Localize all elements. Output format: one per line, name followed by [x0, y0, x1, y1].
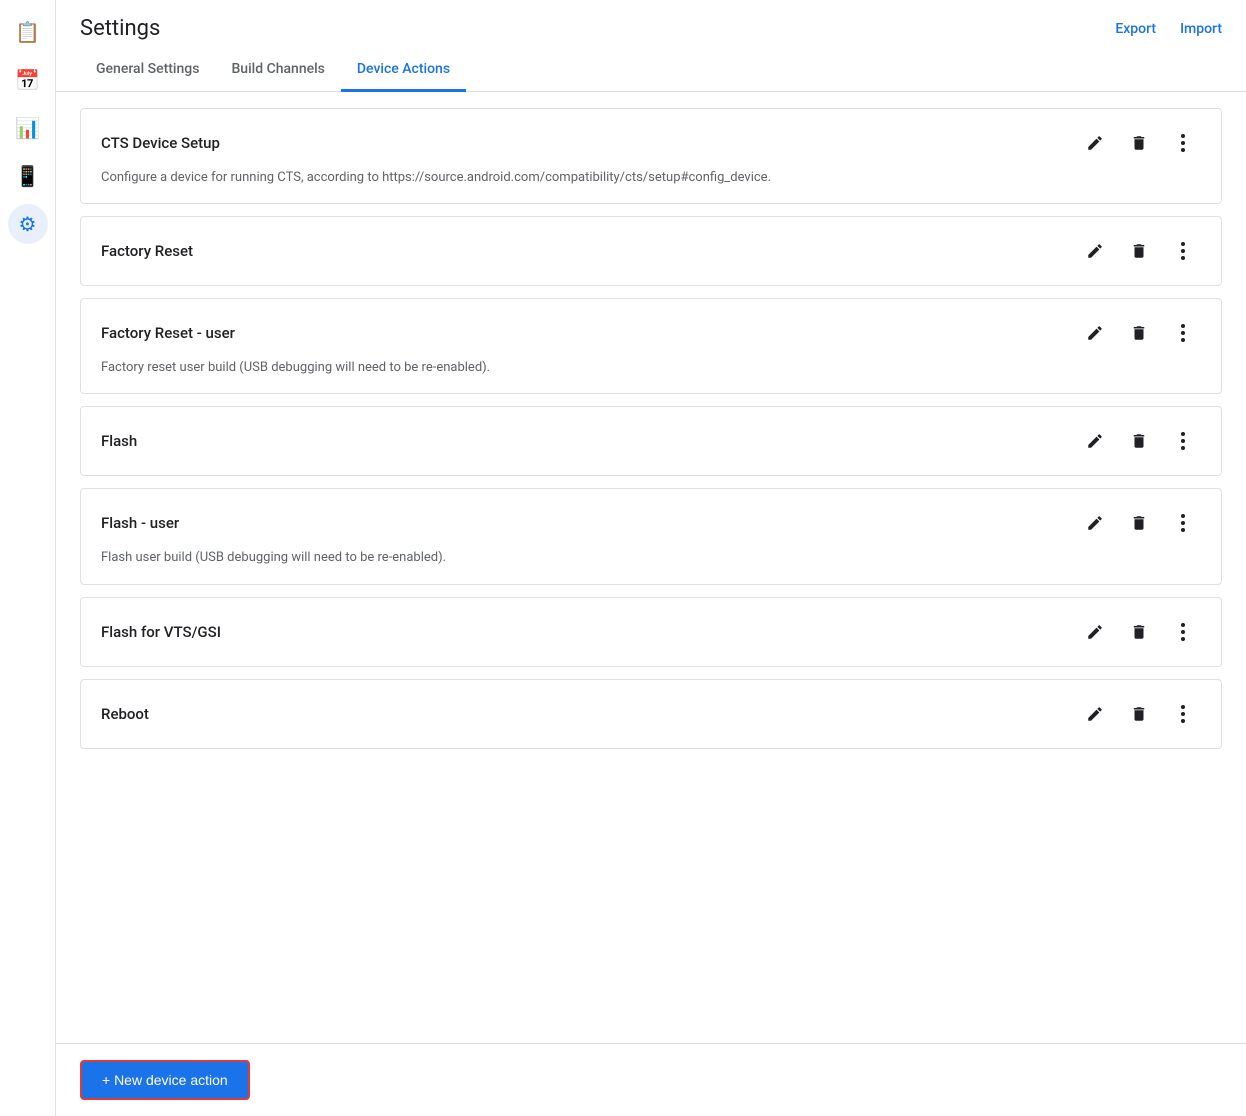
- more-button[interactable]: [1165, 696, 1201, 732]
- edit-button[interactable]: [1077, 233, 1113, 269]
- action-card-header: Flash: [101, 423, 1201, 459]
- action-buttons: [1077, 505, 1201, 541]
- delete-button[interactable]: [1121, 315, 1157, 351]
- page-title: Settings: [80, 16, 160, 41]
- delete-button[interactable]: [1121, 614, 1157, 650]
- action-card: Flash for VTS/GSI: [80, 597, 1222, 667]
- action-card: Factory Reset: [80, 216, 1222, 286]
- action-card-header: Reboot: [101, 696, 1201, 732]
- page-footer: + New device action: [56, 1043, 1246, 1116]
- action-buttons: [1077, 125, 1201, 161]
- content-area: CTS Device Setup Configure a device for r…: [56, 92, 1246, 1043]
- more-button[interactable]: [1165, 423, 1201, 459]
- action-name: CTS Device Setup: [101, 134, 220, 152]
- action-card: Reboot: [80, 679, 1222, 749]
- action-name: Factory Reset - user: [101, 324, 235, 342]
- tab-build-channels[interactable]: Build Channels: [215, 49, 340, 92]
- action-buttons: [1077, 233, 1201, 269]
- tab-general-settings[interactable]: General Settings: [80, 49, 215, 92]
- edit-button[interactable]: [1077, 505, 1113, 541]
- more-button[interactable]: [1165, 614, 1201, 650]
- import-link[interactable]: Import: [1180, 21, 1222, 37]
- action-buttons: [1077, 696, 1201, 732]
- sidebar-item-settings[interactable]: ⚙: [8, 204, 48, 244]
- more-icon: [1181, 623, 1185, 641]
- clipboard-icon: 📋: [15, 20, 40, 44]
- action-buttons: [1077, 614, 1201, 650]
- settings-icon: ⚙: [19, 212, 37, 236]
- page-header: Settings Export Import: [56, 0, 1246, 41]
- delete-button[interactable]: [1121, 505, 1157, 541]
- action-buttons: [1077, 423, 1201, 459]
- export-link[interactable]: Export: [1115, 21, 1156, 37]
- action-description: Configure a device for running CTS, acco…: [101, 169, 1201, 187]
- more-icon: [1181, 324, 1185, 342]
- action-card-header: Factory Reset - user: [101, 315, 1201, 351]
- edit-button[interactable]: [1077, 315, 1113, 351]
- delete-button[interactable]: [1121, 423, 1157, 459]
- action-card-header: Flash for VTS/GSI: [101, 614, 1201, 650]
- chart-icon: 📊: [15, 116, 40, 140]
- action-card: Flash: [80, 406, 1222, 476]
- more-button[interactable]: [1165, 125, 1201, 161]
- action-name: Flash - user: [101, 514, 179, 532]
- action-description: Flash user build (USB debugging will nee…: [101, 549, 1201, 567]
- more-icon: [1181, 432, 1185, 450]
- delete-button[interactable]: [1121, 233, 1157, 269]
- action-buttons: [1077, 315, 1201, 351]
- action-card: Flash - user Flash user build (USB debugg…: [80, 488, 1222, 584]
- tab-bar: General Settings Build Channels Device A…: [56, 49, 1246, 92]
- action-card: Factory Reset - user Factory reset user b…: [80, 298, 1222, 394]
- new-device-action-button[interactable]: + New device action: [80, 1060, 250, 1100]
- sidebar-item-calendar[interactable]: 📅: [8, 60, 48, 100]
- action-name: Flash: [101, 432, 137, 450]
- sidebar-item-phone[interactable]: 📱: [8, 156, 48, 196]
- action-card-header: Flash - user: [101, 505, 1201, 541]
- sidebar: 📋 📅 📊 📱 ⚙: [0, 0, 56, 1116]
- edit-button[interactable]: [1077, 423, 1113, 459]
- more-icon: [1181, 134, 1185, 152]
- phone-icon: 📱: [15, 164, 40, 188]
- edit-button[interactable]: [1077, 614, 1113, 650]
- delete-button[interactable]: [1121, 696, 1157, 732]
- tab-device-actions[interactable]: Device Actions: [341, 49, 466, 92]
- more-button[interactable]: [1165, 233, 1201, 269]
- action-card-header: CTS Device Setup: [101, 125, 1201, 161]
- sidebar-item-chart[interactable]: 📊: [8, 108, 48, 148]
- more-button[interactable]: [1165, 505, 1201, 541]
- more-icon: [1181, 705, 1185, 723]
- action-name: Reboot: [101, 705, 149, 723]
- action-name: Flash for VTS/GSI: [101, 623, 221, 641]
- sidebar-item-clipboard[interactable]: 📋: [8, 12, 48, 52]
- calendar-icon: 📅: [15, 68, 40, 92]
- delete-button[interactable]: [1121, 125, 1157, 161]
- more-icon: [1181, 242, 1185, 260]
- more-icon: [1181, 514, 1185, 532]
- main-content: Settings Export Import General Settings …: [56, 0, 1246, 1116]
- action-card: CTS Device Setup Configure a device for r…: [80, 108, 1222, 204]
- action-name: Factory Reset: [101, 242, 193, 260]
- action-description: Factory reset user build (USB debugging …: [101, 359, 1201, 377]
- more-button[interactable]: [1165, 315, 1201, 351]
- edit-button[interactable]: [1077, 125, 1113, 161]
- header-actions: Export Import: [1115, 21, 1222, 37]
- edit-button[interactable]: [1077, 696, 1113, 732]
- action-card-header: Factory Reset: [101, 233, 1201, 269]
